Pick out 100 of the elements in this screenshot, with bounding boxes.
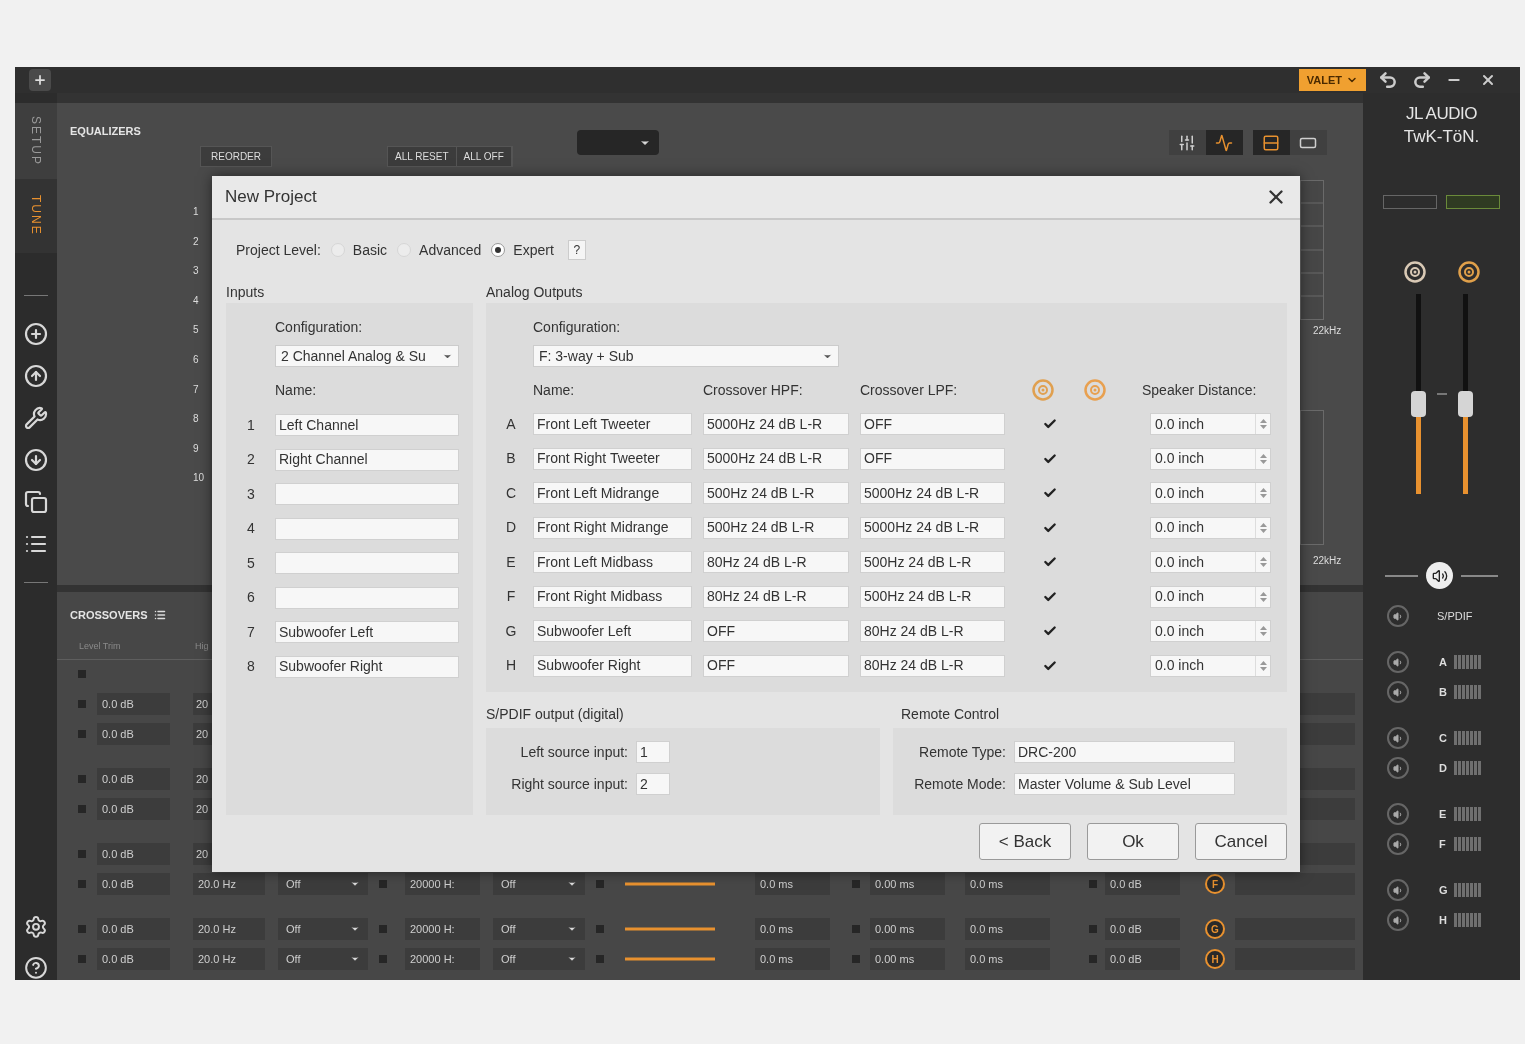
input-name-field[interactable]: Right Channel — [275, 448, 459, 471]
mute-button[interactable] — [1387, 605, 1409, 627]
delay-field[interactable]: 0.0 ms — [965, 918, 1050, 940]
radio-label[interactable]: Expert — [513, 239, 554, 261]
hpf-field[interactable]: OFF — [703, 654, 849, 677]
lpf-field[interactable]: OFF — [860, 447, 1005, 470]
lpf-field[interactable]: 5000Hz 24 dB L-R — [860, 516, 1005, 539]
frequency-field[interactable]: 20 — [193, 843, 212, 865]
level-field[interactable]: 0.0 dB — [97, 723, 170, 745]
toggle-square[interactable] — [1089, 955, 1097, 963]
mute-button[interactable] — [1387, 879, 1409, 901]
add-button[interactable] — [29, 69, 51, 91]
check-mark-icon[interactable] — [1043, 624, 1057, 638]
output-name-field[interactable]: Front Right Midbass — [533, 585, 692, 608]
distance-spinner[interactable]: 0.0 inch — [1150, 654, 1271, 677]
delay-field[interactable]: 0.00 ms — [870, 918, 945, 940]
master-volume-knob[interactable] — [1426, 562, 1453, 589]
frequency-field[interactable]: 20 — [193, 723, 212, 745]
toggle-square[interactable] — [379, 955, 387, 963]
empty-field[interactable] — [1300, 768, 1355, 790]
check-mark-icon[interactable] — [1043, 417, 1057, 431]
side-tab[interactable]: TUNE — [15, 178, 57, 253]
frequency-field[interactable]: 20.0 Hz — [193, 873, 265, 895]
lpf-field[interactable]: 500Hz 24 dB L-R — [860, 551, 1005, 573]
level-field[interactable]: 0.0 dB — [97, 873, 170, 895]
mute-button[interactable] — [1387, 833, 1409, 855]
output-name-field[interactable]: Front Left Midbass — [533, 551, 692, 573]
source-input-field[interactable]: 1 — [636, 741, 670, 763]
frequency-field[interactable]: 20 — [193, 693, 212, 715]
toggle-square[interactable] — [78, 730, 86, 738]
frequency-field[interactable]: 20000 H: — [405, 918, 480, 940]
level-field[interactable]: 0.0 dB — [97, 768, 170, 790]
hpf-field[interactable]: 80Hz 24 dB L-R — [703, 585, 849, 608]
lpf-field[interactable]: 5000Hz 24 dB L-R — [860, 482, 1005, 504]
check-mark-icon[interactable] — [1043, 520, 1057, 535]
distance-spinner[interactable]: 0.0 inch — [1150, 551, 1271, 573]
hpf-field[interactable]: OFF — [703, 620, 849, 642]
slope-dropdown[interactable]: Off — [278, 918, 368, 940]
toggle-square[interactable] — [1089, 880, 1097, 888]
toggle-square[interactable] — [1089, 925, 1097, 933]
view-toggle[interactable] — [1252, 130, 1290, 155]
mute-button[interactable] — [1387, 803, 1409, 825]
eq-action-button[interactable]: ALL OFF — [456, 147, 512, 166]
delay-field[interactable]: 0.0 ms — [755, 873, 830, 895]
empty-field[interactable] — [1300, 723, 1355, 745]
reorder-button[interactable]: REORDER — [200, 146, 272, 167]
frequency-field[interactable]: 20 — [193, 768, 212, 790]
toggle-square[interactable] — [78, 700, 86, 708]
wrench-icon[interactable] — [24, 405, 48, 430]
copy-icon[interactable] — [24, 489, 48, 514]
empty-field[interactable] — [1300, 693, 1355, 715]
toggle-square[interactable] — [379, 880, 387, 888]
toggle-square[interactable] — [852, 955, 860, 963]
settings-icon[interactable] — [24, 914, 48, 939]
eq-action-button[interactable]: ALL RESET — [388, 147, 457, 166]
toggle-square[interactable] — [78, 775, 86, 783]
check-mark-icon[interactable] — [1043, 658, 1057, 673]
output-name-field[interactable]: Subwoofer Right — [533, 654, 692, 677]
configuration-dropdown[interactable]: 2 Channel Analog & Su — [275, 345, 459, 367]
input-name-field[interactable]: Subwoofer Right — [275, 655, 459, 678]
help-icon[interactable] — [24, 956, 48, 980]
radio-button[interactable] — [491, 243, 506, 257]
radio-label[interactable]: Advanced — [419, 239, 482, 261]
dialog-button[interactable]: Cancel — [1195, 823, 1287, 860]
configuration-dropdown[interactable]: F: 3-way + Sub — [533, 345, 839, 367]
delay-field[interactable]: 0.0 ms — [965, 948, 1050, 970]
frequency-field[interactable]: 20 — [193, 798, 212, 820]
delay-field[interactable]: 0.0 ms — [755, 948, 830, 970]
toggle-square[interactable] — [78, 955, 86, 963]
slope-dropdown[interactable]: Off — [493, 873, 585, 895]
input-name-field[interactable] — [275, 552, 459, 574]
hpf-field[interactable]: 80Hz 24 dB L-R — [703, 551, 849, 573]
help-button[interactable]: ? — [567, 240, 586, 260]
check-mark-icon[interactable] — [1043, 486, 1057, 500]
download-icon[interactable] — [24, 447, 48, 472]
lpf-field[interactable]: OFF — [860, 413, 1005, 435]
input-name-field[interactable]: Left Channel — [275, 414, 459, 436]
valet-button[interactable]: VALET — [1298, 69, 1366, 91]
level-field[interactable]: 0.0 dB — [97, 918, 170, 940]
slope-dropdown[interactable]: Off — [493, 918, 585, 940]
empty-field[interactable] — [1235, 873, 1355, 895]
check-mark-icon[interactable] — [1043, 589, 1057, 604]
distance-spinner[interactable]: 0.0 inch — [1150, 585, 1271, 608]
frequency-field[interactable]: 20000 H: — [405, 873, 480, 895]
output-name-field[interactable]: Front Right Tweeter — [533, 447, 692, 470]
output-name-field[interactable]: Front Left Midrange — [533, 482, 692, 504]
distance-spinner[interactable]: 0.0 inch — [1150, 413, 1271, 435]
distance-spinner[interactable]: 0.0 inch — [1150, 620, 1271, 642]
gain-field[interactable]: 0.0 dB — [1105, 873, 1180, 895]
fader-thumb[interactable] — [1410, 391, 1426, 417]
fader-thumb[interactable] — [1457, 391, 1473, 417]
undo-icon[interactable] — [1378, 70, 1398, 90]
hpf-field[interactable]: 5000Hz 24 dB L-R — [703, 447, 849, 470]
mute-button[interactable] — [1387, 909, 1409, 931]
slope-dropdown[interactable]: Off — [278, 873, 368, 895]
fader[interactable] — [1410, 294, 1426, 494]
toggle-square[interactable] — [596, 925, 604, 933]
slope-dropdown[interactable]: Off — [493, 948, 585, 970]
dialog-button[interactable]: < Back — [979, 823, 1071, 860]
slope-dropdown[interactable]: Off — [278, 948, 368, 970]
